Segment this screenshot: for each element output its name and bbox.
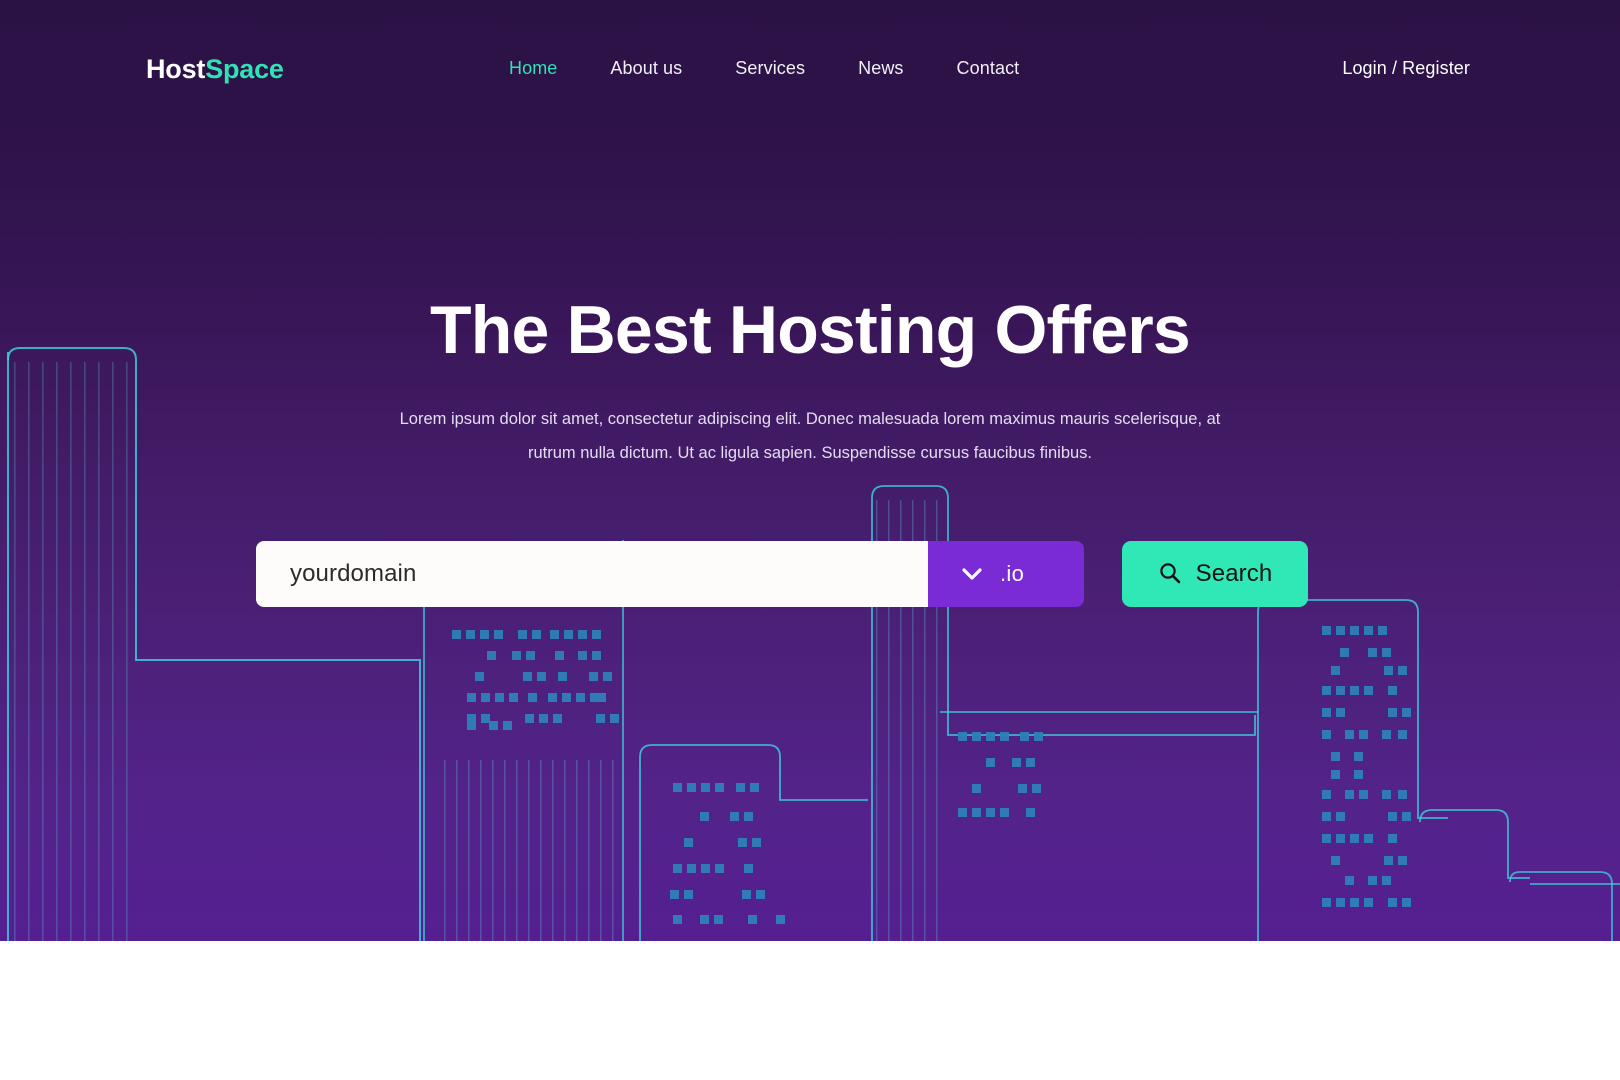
hero-content: The Best Hosting Offers Lorem ipsum dolo… [0,296,1620,471]
chevron-down-icon [962,567,982,581]
nav-item-contact[interactable]: Contact [957,58,1020,79]
logo-text-first: Host [146,54,206,84]
tld-selected-value: .io [1000,561,1025,586]
main-navigation: Home About us Services News Contact [509,58,1019,79]
hero-subtitle-line-1: Lorem ipsum dolor sit amet, consectetur … [399,410,1221,428]
domain-search-bar: yourdomain .io Search [256,541,1308,607]
tld-select[interactable]: .io [928,541,1084,607]
login-register-link[interactable]: Login / Register [1342,58,1470,79]
search-button-label: Search [1195,560,1273,587]
search-icon [1158,561,1182,588]
logo-text-second: Space [205,54,284,84]
domain-search-input[interactable]: yourdomain [290,560,416,588]
hero-subtitle: Lorem ipsum dolor sit amet, consectetur … [380,402,1240,471]
nav-item-home[interactable]: Home [509,58,557,79]
site-header: HostSpace Home About us Services News Co… [0,0,1620,140]
hero-subtitle-line-2: rutrum nulla dictum. Ut ac ligula sapien… [527,444,1093,463]
logo[interactable]: HostSpace [146,54,284,85]
search-button[interactable]: Search [1122,541,1308,607]
nav-item-about-us[interactable]: About us [610,58,682,79]
hero-title: The Best Hosting Offers [430,292,1191,368]
hero-section: HostSpace Home About us Services News Co… [0,0,1620,941]
nav-item-services[interactable]: Services [735,58,805,79]
page-below-fold [0,941,1620,1080]
domain-input-wrapper[interactable]: yourdomain [256,541,928,607]
nav-item-news[interactable]: News [858,58,903,79]
